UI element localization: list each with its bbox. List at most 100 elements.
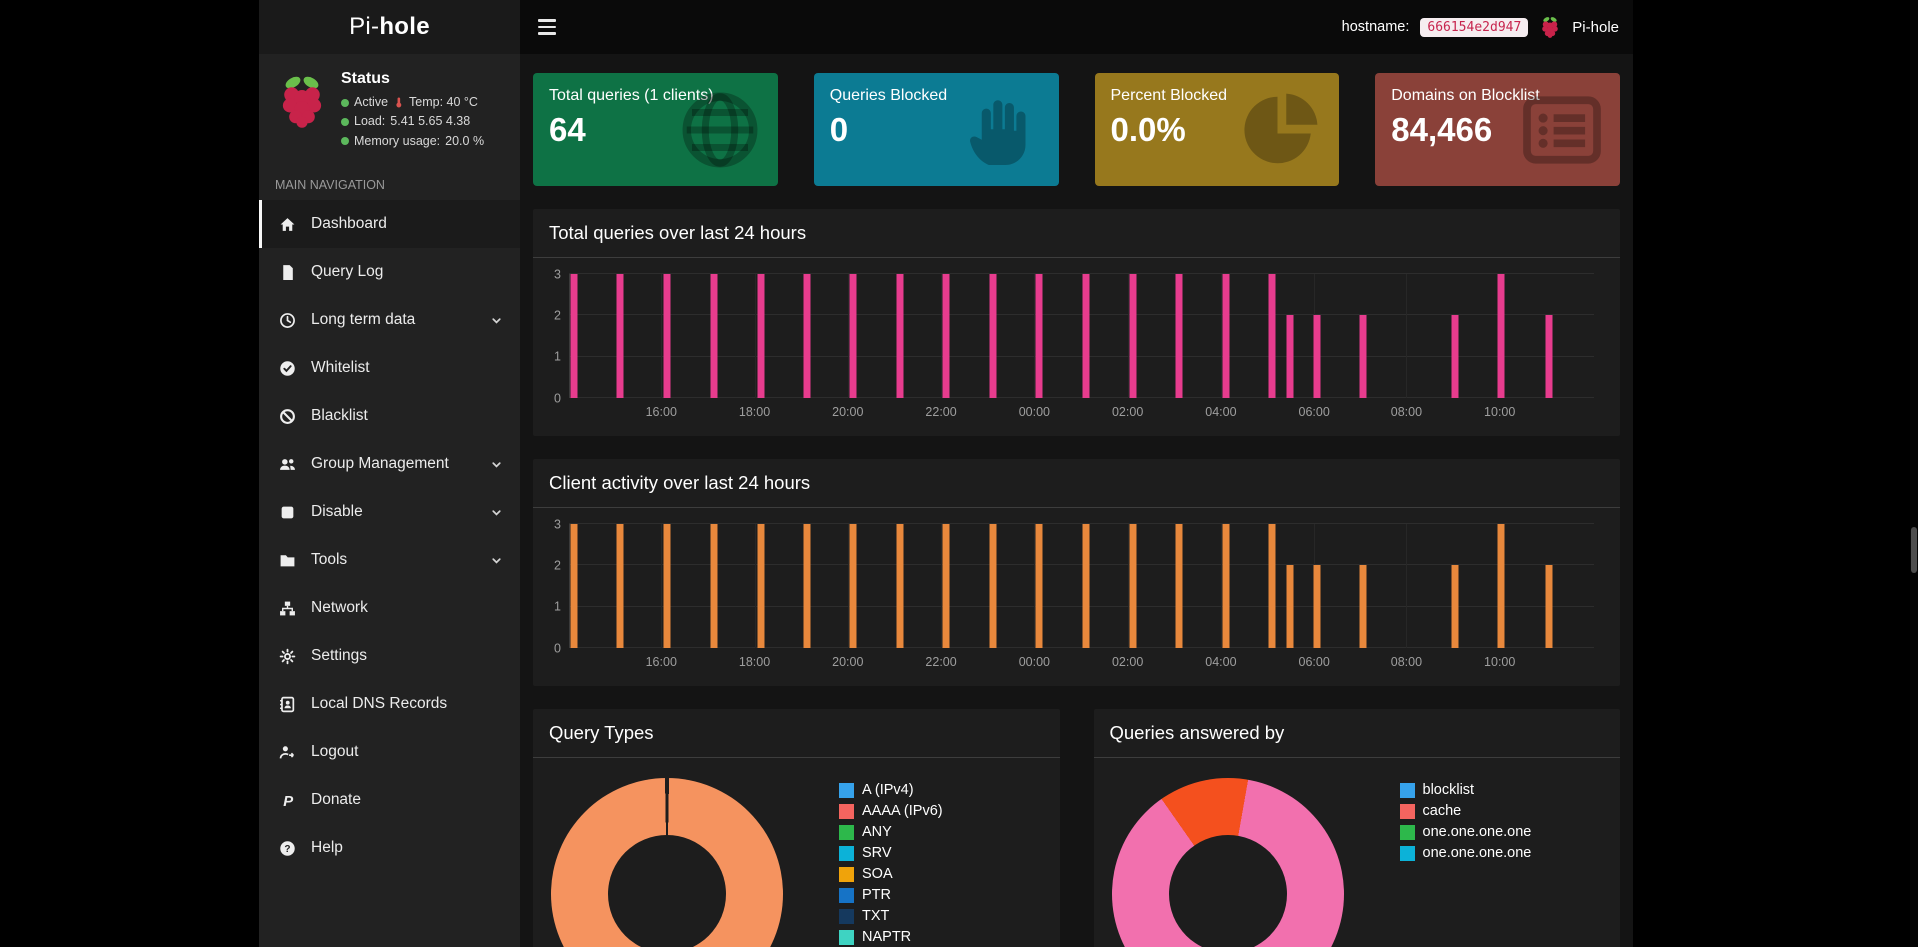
donut-hole xyxy=(1169,835,1287,947)
chart-bar xyxy=(1360,565,1367,648)
x-tick-label: 16:00 xyxy=(646,655,677,669)
sidebar-item-group-management[interactable]: Group Management xyxy=(259,440,520,488)
svg-text:P: P xyxy=(283,793,293,808)
navbar-app-name: Pi-hole xyxy=(1572,19,1619,36)
y-tick-label: 0 xyxy=(554,392,561,405)
legend-item-naptr[interactable]: NAPTR xyxy=(839,929,943,945)
brand-link[interactable]: Pi-hole xyxy=(259,0,520,54)
chart-bar xyxy=(571,274,578,398)
sidebar-item-blacklist[interactable]: Blacklist xyxy=(259,392,520,440)
summary-cards: Total queries (1 clients)64Queries Block… xyxy=(533,73,1620,186)
file-icon xyxy=(279,263,299,281)
legend-item-blocklist[interactable]: blocklist xyxy=(1400,782,1532,798)
brand-prefix: Pi- xyxy=(349,13,379,41)
legend-item-one-one-one-one[interactable]: one.one.one.one xyxy=(1400,824,1532,840)
sidebar-item-long-term-data[interactable]: Long term data xyxy=(259,296,520,344)
page-scrollbar[interactable] xyxy=(1910,0,1918,947)
sidebar-item-donate[interactable]: PDonate xyxy=(259,776,520,824)
chart-bar xyxy=(897,274,904,398)
sidebar-toggle-button[interactable] xyxy=(520,0,574,54)
x-tick-label: 02:00 xyxy=(1112,655,1143,669)
chart-bar xyxy=(1286,565,1293,648)
status-dot xyxy=(341,99,349,107)
x-tick-label: 22:00 xyxy=(925,405,956,419)
sidebar-menu: DashboardQuery LogLong term dataWhitelis… xyxy=(259,200,520,872)
sidebar-item-network[interactable]: Network xyxy=(259,584,520,632)
sidebar-item-tools[interactable]: Tools xyxy=(259,536,520,584)
legend-item-srv[interactable]: SRV xyxy=(839,845,943,861)
sign-out-icon xyxy=(279,743,299,761)
y-tick-label: 1 xyxy=(554,350,561,363)
sidebar-item-local-dns-records[interactable]: Local DNS Records xyxy=(259,680,520,728)
chart-bar xyxy=(943,274,950,398)
chart-bar xyxy=(1175,274,1182,398)
chart-bar xyxy=(757,524,764,648)
legend-label: cache xyxy=(1423,803,1462,819)
panel-title-query-types: Query Types xyxy=(533,709,1060,758)
sidebar-item-disable[interactable]: Disable xyxy=(259,488,520,536)
chart-bar xyxy=(849,524,856,648)
question-circle-icon: ? xyxy=(279,839,299,857)
sidebar-item-label: Disable xyxy=(311,503,363,521)
chart-bar xyxy=(1545,315,1552,398)
chart-bar xyxy=(1497,524,1504,648)
total-queries-over-time-plot: 012316:0018:0020:0022:0000:0002:0004:000… xyxy=(569,274,1594,398)
chart-bar xyxy=(1175,524,1182,648)
chart-bar xyxy=(1082,274,1089,398)
legend-swatch xyxy=(839,825,854,840)
legend-item-cache[interactable]: cache xyxy=(1400,803,1532,819)
sidebar-item-help[interactable]: ?Help xyxy=(259,824,520,872)
scrollbar-thumb[interactable] xyxy=(1911,527,1917,573)
folder-icon xyxy=(279,551,299,569)
legend-item-one-one-one-one[interactable]: one.one.one.one xyxy=(1400,845,1532,861)
x-tick-label: 20:00 xyxy=(832,655,863,669)
chart-bar xyxy=(803,274,810,398)
legend-swatch xyxy=(1400,846,1415,861)
list-icon xyxy=(1520,88,1604,172)
raspberry-icon xyxy=(1539,15,1561,39)
legend-label: TXT xyxy=(862,908,889,924)
chart-bar xyxy=(1545,565,1552,648)
legend-swatch xyxy=(1400,783,1415,798)
chart-bar xyxy=(1314,315,1321,398)
client-activity-chart: 012316:0018:0020:0022:0000:0002:0004:000… xyxy=(569,524,1594,648)
legend-item-a-ipv4[interactable]: A (IPv4) xyxy=(839,782,943,798)
gridline xyxy=(1406,274,1407,398)
legend-label: one.one.one.one xyxy=(1423,845,1532,861)
legend-item-soa[interactable]: SOA xyxy=(839,866,943,882)
gears-icon xyxy=(279,647,299,665)
check-circle-icon xyxy=(279,359,299,377)
legend-item-aaaa-ipv6[interactable]: AAAA (IPv6) xyxy=(839,803,943,819)
legend-label: blocklist xyxy=(1423,782,1475,798)
chart-bar xyxy=(897,524,904,648)
legend-item-txt[interactable]: TXT xyxy=(839,908,943,924)
bottom-row: Query Types A (IPv4) AAAA (IPv6) ANY SRV SOA… xyxy=(533,709,1620,947)
sidebar-item-whitelist[interactable]: Whitelist xyxy=(259,344,520,392)
chart-bar xyxy=(990,524,997,648)
sidebar-item-label: Tools xyxy=(311,551,347,569)
legend-item-any[interactable]: ANY xyxy=(839,824,943,840)
chart-bar xyxy=(1036,524,1043,648)
legend-item-ptr[interactable]: PTR xyxy=(839,887,943,903)
chart-bar xyxy=(943,524,950,648)
chart-bar xyxy=(710,524,717,648)
sidebar: Status Active Temp: 40 °C Load: 5.41 5.6… xyxy=(259,54,520,947)
gridline xyxy=(1406,524,1407,648)
chart-bar xyxy=(1451,315,1458,398)
legend-label: AAAA (IPv6) xyxy=(862,803,943,819)
network-icon xyxy=(279,599,299,617)
panel-queries-answered-by: Queries answered by blocklistcacheone.on… xyxy=(1094,709,1621,947)
sidebar-item-label: Blacklist xyxy=(311,407,368,425)
chart-bar xyxy=(1497,274,1504,398)
sidebar-item-query-log[interactable]: Query Log xyxy=(259,248,520,296)
client-activity-over-time-plot: 012316:0018:0020:0022:0000:0002:0004:000… xyxy=(569,524,1594,648)
sidebar-item-logout[interactable]: Logout xyxy=(259,728,520,776)
x-tick-label: 10:00 xyxy=(1484,405,1515,419)
sidebar-item-settings[interactable]: Settings xyxy=(259,632,520,680)
sidebar-item-label: Group Management xyxy=(311,455,449,473)
sidebar-item-dashboard[interactable]: Dashboard xyxy=(259,200,520,248)
page: Pi-hole hostname: 666154e2d947 Pi-hole S… xyxy=(0,0,1918,947)
x-tick-label: 22:00 xyxy=(925,655,956,669)
chart-bar xyxy=(1451,565,1458,648)
chart-bar xyxy=(990,274,997,398)
